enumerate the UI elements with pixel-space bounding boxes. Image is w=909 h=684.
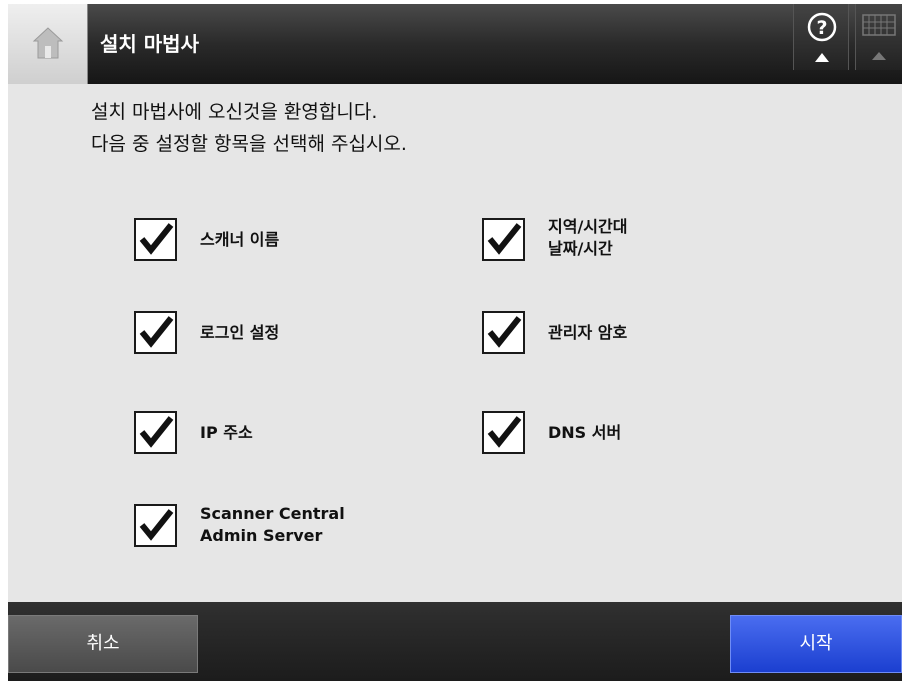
checkbox-dns-server[interactable] bbox=[482, 411, 525, 454]
intro-line-2: 다음 중 설정할 항목을 선택해 주십시오. bbox=[91, 133, 407, 155]
intro-text: 설치 마법사에 오신것을 환영합니다. 다음 중 설정할 항목을 선택해 주십시… bbox=[91, 96, 407, 160]
wizard-window: 설치 마법사 ? 설치 마법사에 오신것을 환영합니다. 다음 중 설정할 항목… bbox=[8, 4, 902, 681]
svg-text:?: ? bbox=[816, 17, 827, 39]
option-label: DNS 서버 bbox=[548, 423, 622, 442]
checkmark-icon bbox=[487, 416, 522, 448]
checkbox-admin-password[interactable] bbox=[482, 311, 525, 354]
help-button[interactable]: ? bbox=[793, 4, 849, 70]
checkmark-icon bbox=[139, 416, 174, 448]
option-label: 로그인 설정 bbox=[200, 323, 280, 342]
cancel-button[interactable]: 취소 bbox=[8, 615, 198, 673]
option-label-line-2: Admin Server bbox=[200, 526, 323, 545]
option-admin-password[interactable]: 관리자 암호 bbox=[482, 309, 742, 359]
option-ip-address[interactable]: IP 주소 bbox=[134, 409, 394, 459]
footer-bar: 취소 시작 bbox=[8, 602, 902, 681]
intro-line-1: 설치 마법사에 오신것을 환영합니다. bbox=[91, 101, 378, 123]
option-scanner-name[interactable]: 스캐너 이름 bbox=[134, 216, 394, 266]
option-label: IP 주소 bbox=[200, 423, 253, 442]
option-region-datetime[interactable]: 지역/시간대 날짜/시간 bbox=[482, 216, 742, 266]
keyboard-icon bbox=[862, 14, 896, 60]
page-title: 설치 마법사 bbox=[100, 32, 199, 56]
home-button[interactable] bbox=[8, 4, 88, 84]
option-scanner-central-admin[interactable]: Scanner Central Admin Server bbox=[134, 502, 434, 552]
checkbox-region-datetime[interactable] bbox=[482, 218, 525, 261]
help-icon: ? bbox=[807, 12, 837, 62]
checkbox-login-settings[interactable] bbox=[134, 311, 177, 354]
checkmark-icon bbox=[139, 316, 174, 348]
start-button[interactable]: 시작 bbox=[730, 615, 902, 673]
checkbox-scanner-central-admin[interactable] bbox=[134, 504, 177, 547]
option-login-settings[interactable]: 로그인 설정 bbox=[134, 309, 394, 359]
option-label: Scanner Central Admin Server bbox=[200, 503, 345, 547]
checkbox-ip-address[interactable] bbox=[134, 411, 177, 454]
option-label: 스캐너 이름 bbox=[200, 230, 280, 249]
checkbox-scanner-name[interactable] bbox=[134, 218, 177, 261]
home-icon bbox=[32, 27, 64, 59]
option-label-line-1: 지역/시간대 bbox=[548, 217, 628, 236]
option-label-line-2: 날짜/시간 bbox=[548, 239, 613, 258]
header-bar: 설치 마법사 ? bbox=[8, 4, 902, 84]
option-label: 관리자 암호 bbox=[548, 323, 628, 342]
main-panel: 설치 마법사에 오신것을 환영합니다. 다음 중 설정할 항목을 선택해 주십시… bbox=[8, 84, 902, 602]
option-label-line-1: Scanner Central bbox=[200, 504, 345, 523]
keyboard-button[interactable] bbox=[855, 4, 902, 70]
checkmark-icon bbox=[487, 316, 522, 348]
checkmark-icon bbox=[139, 223, 174, 255]
option-label: 지역/시간대 날짜/시간 bbox=[548, 216, 627, 260]
checkmark-icon bbox=[139, 509, 174, 541]
checkmark-icon bbox=[487, 223, 522, 255]
option-dns-server[interactable]: DNS 서버 bbox=[482, 409, 742, 459]
